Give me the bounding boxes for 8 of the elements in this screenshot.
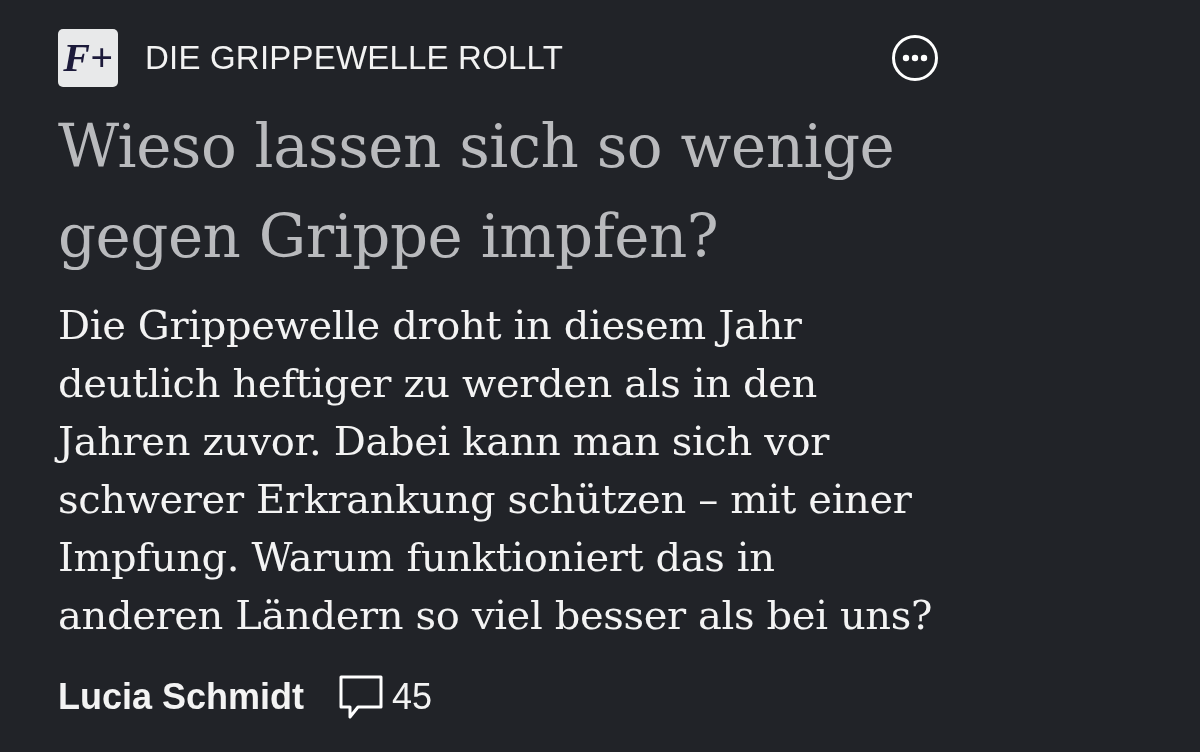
author-name: Lucia Schmidt	[58, 676, 305, 718]
more-button[interactable]	[892, 35, 938, 81]
brand-logo: F+	[58, 29, 118, 87]
section-kicker: DIE GRIPPEWELLE ROLLT	[145, 39, 564, 77]
comment-count: 45	[392, 676, 433, 718]
article-headline: Wieso lassen sich so wenige gegen Grippe impfen?	[58, 111, 896, 273]
more-icon	[892, 35, 938, 81]
comment-icon	[338, 674, 385, 720]
